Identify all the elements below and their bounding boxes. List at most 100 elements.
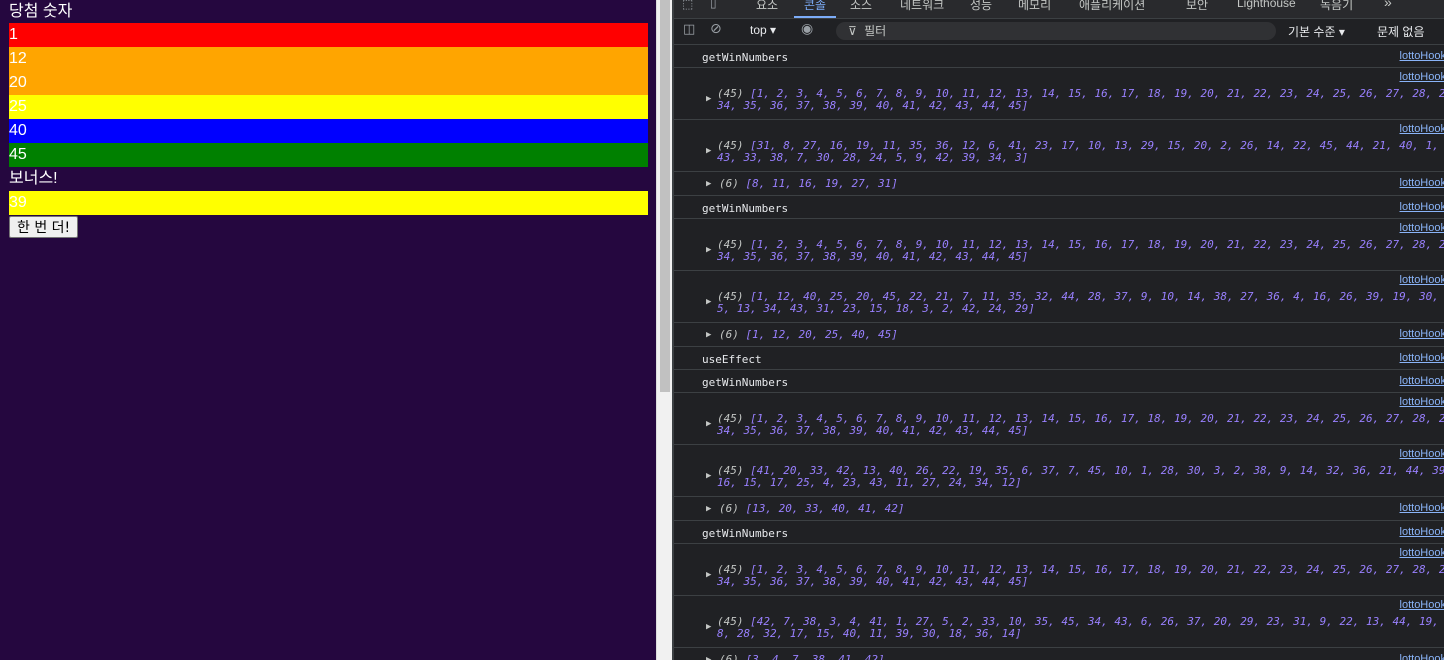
- expand-arrow-icon[interactable]: ▶: [706, 570, 711, 580]
- array-line-2: 5, 13, 34, 43, 31, 23, 15, 18, 3, 2, 42,…: [717, 302, 1035, 315]
- expand-arrow-icon[interactable]: ▶: [706, 330, 711, 340]
- console-message[interactable]: ▶ (45) [31, 8, 27, 16, 19, 11, 35, 36, 12…: [674, 120, 1444, 172]
- log-text: getWinNumbers: [702, 202, 789, 215]
- console-message[interactable]: ▶ (45) [1, 2, 3, 4, 5, 6, 7, 8, 9, 10, 11…: [674, 544, 1444, 596]
- inspect-element-icon[interactable]: ⬚: [682, 0, 693, 11]
- filter-icon: ⊽: [848, 24, 857, 38]
- array-line-2: 16, 15, 17, 25, 4, 23, 43, 11, 27, 24, 3…: [717, 476, 1022, 489]
- source-link[interactable]: lottoHook: [1400, 653, 1444, 660]
- scrollbar-thumb[interactable]: [660, 0, 670, 392]
- array-line-1: [8, 11, 16, 19, 27, 31]: [745, 178, 898, 190]
- array-preview[interactable]: (6) [8, 11, 16, 19, 27, 31]: [719, 178, 1444, 190]
- array-preview[interactable]: (6) [3, 4, 7, 38, 41, 42]: [719, 654, 1444, 660]
- source-link[interactable]: lottoHook: [1400, 222, 1444, 234]
- source-link[interactable]: lottoHook: [1400, 123, 1444, 135]
- array-preview[interactable]: (45) [31, 8, 27, 16, 19, 11, 35, 36, 12,…: [717, 140, 1444, 164]
- expand-arrow-icon[interactable]: ▶: [706, 245, 711, 255]
- console-message[interactable]: ▶ (45) [41, 20, 33, 42, 13, 40, 26, 22, 1…: [674, 445, 1444, 497]
- page-scrollbar[interactable]: [656, 0, 672, 660]
- array-length: (6): [719, 654, 739, 660]
- clear-console-icon[interactable]: ⊘: [710, 21, 722, 37]
- context-selector[interactable]: top ▾: [750, 23, 776, 37]
- tab-7[interactable]: 보안: [1186, 0, 1208, 16]
- log-text: getWinNumbers: [702, 51, 789, 64]
- filter-placeholder: 필터: [864, 24, 887, 38]
- tab-5[interactable]: 메모리: [1018, 0, 1051, 16]
- expand-arrow-icon[interactable]: ▶: [706, 419, 711, 429]
- live-expression-eye-icon[interactable]: ◉: [801, 21, 813, 37]
- bonus-ball-value: 39: [9, 194, 27, 211]
- winning-ball-6: 45: [9, 143, 648, 167]
- source-link[interactable]: lottoHook: [1400, 328, 1444, 340]
- winning-ball-3: 20: [9, 71, 648, 95]
- filter-input[interactable]: ⊽ 필터: [836, 22, 1276, 40]
- source-link[interactable]: lottoHook: [1400, 274, 1444, 286]
- array-line-2: 43, 33, 38, 7, 30, 28, 24, 5, 9, 42, 39,…: [717, 151, 1029, 164]
- sidebar-toggle-icon[interactable]: ◫: [683, 22, 695, 37]
- expand-arrow-icon[interactable]: ▶: [706, 179, 711, 189]
- source-link[interactable]: lottoHook: [1400, 599, 1444, 611]
- expand-arrow-icon[interactable]: ▶: [706, 146, 711, 156]
- winning-ball-2: 12: [9, 47, 648, 71]
- array-preview[interactable]: (45) [1, 2, 3, 4, 5, 6, 7, 8, 9, 10, 11,…: [717, 88, 1444, 112]
- console-message[interactable]: ▶ (45) [1, 2, 3, 4, 5, 6, 7, 8, 9, 10, 11…: [674, 393, 1444, 445]
- ball-value: 20: [9, 74, 27, 91]
- expand-arrow-icon[interactable]: ▶: [706, 655, 711, 660]
- console-message[interactable]: ▶ (45) [42, 7, 38, 3, 4, 41, 1, 27, 5, 2,…: [674, 596, 1444, 648]
- console-messages: getWinNumbers lottoHook ▶ (45) [1, 2, 3, 4,…: [674, 45, 1444, 660]
- source-link[interactable]: lottoHook: [1400, 502, 1444, 514]
- tab-8[interactable]: Lighthouse: [1237, 0, 1296, 16]
- issues-counter[interactable]: 문제 없음: [1377, 23, 1425, 40]
- array-preview[interactable]: (6) [1, 12, 20, 25, 40, 45]: [719, 329, 1444, 341]
- log-text: getWinNumbers: [702, 376, 789, 389]
- devtools-panel: ⬚ ▯ 요소 콘솔 소스 네트워크 성능 메모리 애플리케이션 보안 Lighthouse 녹음기…: [674, 0, 1444, 660]
- tab-3[interactable]: 네트워크: [900, 0, 944, 16]
- source-link[interactable]: lottoHook: [1400, 526, 1444, 538]
- array-line-2: 8, 28, 32, 17, 15, 40, 11, 39, 30, 18, 3…: [717, 627, 1022, 640]
- array-preview[interactable]: (45) [41, 20, 33, 42, 13, 40, 26, 22, 19…: [717, 465, 1444, 489]
- source-link[interactable]: lottoHook: [1400, 448, 1444, 460]
- source-link[interactable]: lottoHook: [1400, 352, 1444, 364]
- source-link[interactable]: lottoHook: [1400, 375, 1444, 387]
- tab-2[interactable]: 소스: [850, 0, 872, 16]
- expand-arrow-icon[interactable]: ▶: [706, 622, 711, 632]
- source-link[interactable]: lottoHook: [1400, 396, 1444, 408]
- console-message[interactable]: ▶ (45) [1, 2, 3, 4, 5, 6, 7, 8, 9, 10, 11…: [674, 68, 1444, 120]
- array-preview[interactable]: (45) [1, 2, 3, 4, 5, 6, 7, 8, 9, 10, 11,…: [717, 413, 1444, 437]
- tab-6[interactable]: 애플리케이션: [1079, 0, 1145, 16]
- console-message[interactable]: ▶ (6) [1, 12, 20, 25, 40, 45] lottoHook: [674, 323, 1444, 347]
- console-message[interactable]: ▶ (45) [1, 2, 3, 4, 5, 6, 7, 8, 9, 10, 11…: [674, 219, 1444, 271]
- source-link[interactable]: lottoHook: [1400, 201, 1444, 213]
- ball-value: 45: [9, 146, 27, 163]
- tab-4[interactable]: 성능: [970, 0, 992, 16]
- device-toolbar-icon[interactable]: ▯: [710, 0, 717, 10]
- array-length: (6): [719, 178, 739, 190]
- expand-arrow-icon[interactable]: ▶: [706, 471, 711, 481]
- console-message[interactable]: ▶ (6) [13, 20, 33, 40, 41, 42] lottoHook: [674, 497, 1444, 521]
- array-preview[interactable]: (45) [42, 7, 38, 3, 4, 41, 1, 27, 5, 2, …: [717, 616, 1444, 640]
- source-link[interactable]: lottoHook: [1400, 547, 1444, 559]
- array-line-1: [13, 20, 33, 40, 41, 42]: [745, 503, 905, 515]
- array-line-2: 34, 35, 36, 37, 38, 39, 40, 41, 42, 43, …: [717, 99, 1029, 112]
- tab-0[interactable]: 요소: [756, 0, 778, 16]
- console-message[interactable]: ▶ (45) [1, 12, 40, 25, 20, 45, 22, 21, 7,…: [674, 271, 1444, 323]
- tab-1[interactable]: 콘솔: [793, 0, 837, 18]
- array-preview[interactable]: (6) [13, 20, 33, 40, 41, 42]: [719, 503, 1444, 515]
- more-tabs-icon[interactable]: »: [1384, 0, 1392, 14]
- console-message[interactable]: ▶ (6) [8, 11, 16, 19, 27, 31] lottoHook: [674, 172, 1444, 196]
- one-more-button[interactable]: 한 번 더!: [9, 216, 79, 238]
- expand-arrow-icon[interactable]: ▶: [706, 94, 711, 104]
- array-preview[interactable]: (45) [1, 2, 3, 4, 5, 6, 7, 8, 9, 10, 11,…: [717, 239, 1444, 263]
- source-link[interactable]: lottoHook: [1400, 50, 1444, 62]
- array-preview[interactable]: (45) [1, 2, 3, 4, 5, 6, 7, 8, 9, 10, 11,…: [717, 564, 1444, 588]
- console-message[interactable]: ▶(6) [3, 4, 7, 38, 41, 42]lottoHook: [674, 648, 1444, 660]
- tab-9[interactable]: 녹음기: [1320, 0, 1353, 16]
- array-line-1: [3, 4, 7, 38, 41, 42]: [746, 654, 885, 660]
- array-preview[interactable]: (45) [1, 12, 40, 25, 20, 45, 22, 21, 7, …: [717, 291, 1444, 315]
- winning-numbers-title: 당첨 숫자: [9, 3, 73, 20]
- source-link[interactable]: lottoHook: [1400, 71, 1444, 83]
- expand-arrow-icon[interactable]: ▶: [706, 297, 711, 307]
- log-level-dropdown[interactable]: 기본 수준 ▾: [1288, 23, 1345, 40]
- expand-arrow-icon[interactable]: ▶: [706, 504, 711, 514]
- source-link[interactable]: lottoHook: [1400, 177, 1444, 189]
